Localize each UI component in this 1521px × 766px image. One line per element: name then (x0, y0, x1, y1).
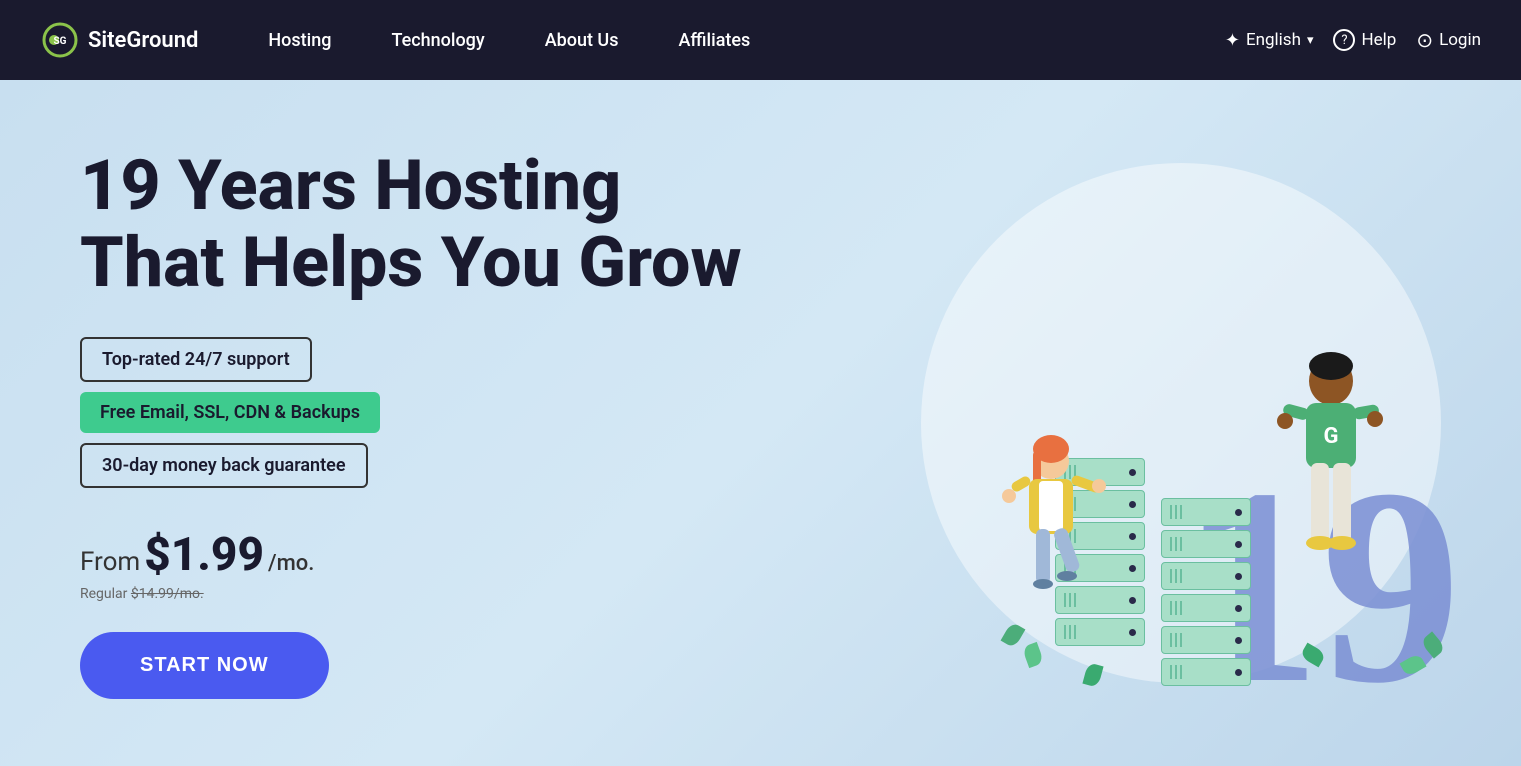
logo-icon: SG (40, 20, 80, 60)
nav-links: Hosting Technology About Us Affiliates (238, 0, 1224, 80)
start-now-button[interactable]: START NOW (80, 632, 329, 699)
help-link[interactable]: ? Help (1333, 29, 1396, 51)
person-man-illustration: G (1261, 341, 1401, 581)
server-unit (1055, 618, 1145, 646)
leaf-decoration-2 (1022, 642, 1045, 668)
chevron-down-icon: ▾ (1307, 33, 1314, 48)
price-section: From $1.99/mo. Regular $14.99/mo. (80, 528, 742, 602)
language-selector[interactable]: ✦ English ▾ (1225, 30, 1314, 51)
nav-affiliates[interactable]: Affiliates (648, 0, 780, 80)
language-label: English (1246, 30, 1301, 50)
price-period: /mo. (268, 551, 314, 576)
login-icon: ⊙ (1416, 28, 1433, 52)
help-label: Help (1361, 30, 1396, 50)
translate-icon: ✦ (1225, 30, 1240, 51)
badge-guarantee: 30-day money back guarantee (80, 443, 368, 488)
server-unit (1161, 530, 1251, 558)
logo-text: SiteGround (88, 28, 198, 53)
price-regular: Regular $14.99/mo. (80, 586, 742, 602)
server-unit (1161, 626, 1251, 654)
price-from-label: From (80, 547, 140, 577)
badge-support: Top-rated 24/7 support (80, 337, 312, 382)
login-label: Login (1439, 30, 1481, 50)
help-icon: ? (1333, 29, 1355, 51)
hero-badges: Top-rated 24/7 support Free Email, SSL, … (80, 337, 742, 488)
hero-title: 19 Years Hosting That Helps You Grow (80, 148, 742, 302)
svg-text:G: G (1324, 424, 1339, 449)
person-woman-illustration (971, 391, 1131, 611)
badge-free: Free Email, SSL, CDN & Backups (80, 392, 380, 433)
nav-right: ✦ English ▾ ? Help ⊙ Login (1225, 28, 1481, 52)
nav-hosting[interactable]: Hosting (238, 0, 361, 80)
price-amount: $1.99 (144, 528, 264, 582)
server-unit (1161, 498, 1251, 526)
hero-content: 19 Years Hosting That Helps You Grow Top… (80, 148, 742, 699)
nav-technology[interactable]: Technology (361, 0, 514, 80)
logo[interactable]: SG SiteGround (40, 20, 198, 60)
hero-illustration: 19 (841, 80, 1521, 766)
price-strikethrough: $14.99/mo. (131, 586, 204, 602)
hero-section: 19 Years Hosting That Helps You Grow Top… (0, 80, 1521, 766)
server-unit (1161, 594, 1251, 622)
login-link[interactable]: ⊙ Login (1416, 28, 1481, 52)
price-display: From $1.99/mo. (80, 528, 742, 582)
svg-text:SG: SG (54, 36, 67, 47)
server-stack-2 (1161, 498, 1251, 686)
server-unit (1161, 658, 1251, 686)
nav-about[interactable]: About Us (515, 0, 649, 80)
navbar: SG SiteGround Hosting Technology About U… (0, 0, 1521, 80)
server-unit (1161, 562, 1251, 590)
